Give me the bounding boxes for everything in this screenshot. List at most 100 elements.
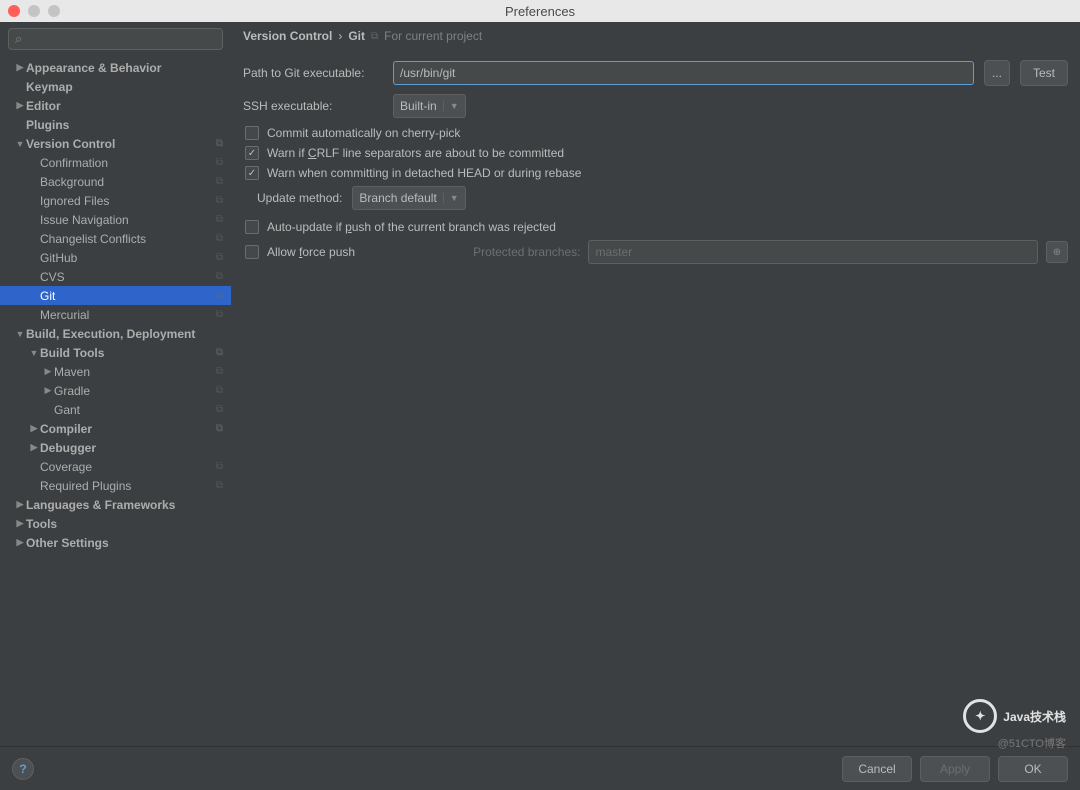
sidebar-item-plugins[interactable]: Plugins (0, 115, 231, 134)
sidebar-item-label: Issue Navigation (40, 213, 216, 227)
sidebar-item-coverage[interactable]: Coverage⧉ (0, 457, 231, 476)
project-scope-icon: ⧉ (216, 271, 223, 282)
ssh-label: SSH executable: (243, 99, 383, 113)
footer: ? Cancel Apply OK (0, 746, 1080, 790)
autoupdate-label: Auto-update if push of the current branc… (267, 220, 556, 234)
cherry-pick-checkbox[interactable] (245, 126, 259, 140)
crlf-checkbox[interactable] (245, 146, 259, 160)
sidebar-item-editor[interactable]: ▶Editor (0, 96, 231, 115)
tree-arrow-icon: ▶ (28, 442, 40, 453)
expand-icon[interactable]: ⊕ (1046, 241, 1068, 263)
breadcrumb-sub: Git (348, 29, 365, 43)
window-controls (8, 5, 60, 17)
sidebar-item-confirmation[interactable]: Confirmation⧉ (0, 153, 231, 172)
main-panel: Version Control › Git ⧉ For current proj… (231, 22, 1080, 746)
sidebar-item-required-plugins[interactable]: Required Plugins⧉ (0, 476, 231, 495)
project-scope-icon: ⧉ (216, 233, 223, 244)
sidebar-item-label: Gradle (54, 384, 216, 398)
tree-arrow-icon: ▶ (14, 537, 26, 548)
sidebar-item-background[interactable]: Background⧉ (0, 172, 231, 191)
update-method-label: Update method: (257, 191, 342, 205)
breadcrumb-hint: For current project (384, 29, 482, 43)
sidebar-item-cvs[interactable]: CVS⧉ (0, 267, 231, 286)
sidebar-item-appearance-behavior[interactable]: ▶Appearance & Behavior (0, 58, 231, 77)
sidebar-item-label: Gant (54, 403, 216, 417)
sidebar-item-label: Mercurial (40, 308, 216, 322)
ok-button[interactable]: OK (998, 756, 1068, 782)
browse-button[interactable]: ... (984, 60, 1010, 86)
sidebar-item-other-settings[interactable]: ▶Other Settings (0, 533, 231, 552)
sidebar-item-ignored-files[interactable]: Ignored Files⧉ (0, 191, 231, 210)
sidebar-item-label: Maven (54, 365, 216, 379)
tree-arrow-icon: ▼ (28, 348, 40, 358)
breadcrumb-main: Version Control (243, 29, 332, 43)
close-icon[interactable] (8, 5, 20, 17)
chevron-down-icon: ▼ (443, 101, 459, 111)
sidebar-item-label: CVS (40, 270, 216, 284)
sidebar-item-build-tools[interactable]: ▼Build Tools⧉ (0, 343, 231, 362)
git-path-input[interactable] (393, 61, 974, 85)
chevron-down-icon: ▼ (443, 193, 459, 203)
ssh-dropdown[interactable]: Built-in ▼ (393, 94, 466, 118)
cancel-button[interactable]: Cancel (842, 756, 912, 782)
force-push-label: Allow force push (267, 245, 355, 259)
sidebar-item-label: Build Tools (40, 346, 216, 360)
sidebar-item-version-control[interactable]: ▼Version Control⧉ (0, 134, 231, 153)
breadcrumb: Version Control › Git ⧉ For current proj… (231, 22, 1080, 50)
force-push-checkbox[interactable] (245, 245, 259, 259)
project-icon: ⧉ (371, 31, 378, 42)
sidebar-item-issue-navigation[interactable]: Issue Navigation⧉ (0, 210, 231, 229)
sidebar-item-keymap[interactable]: Keymap (0, 77, 231, 96)
sidebar-item-gradle[interactable]: ▶Gradle⧉ (0, 381, 231, 400)
sidebar-item-mercurial[interactable]: Mercurial⧉ (0, 305, 231, 324)
sidebar-item-gant[interactable]: Gant⧉ (0, 400, 231, 419)
project-scope-icon: ⧉ (216, 195, 223, 206)
protected-label: Protected branches: (473, 245, 580, 259)
project-scope-icon: ⧉ (216, 461, 223, 472)
sidebar-item-label: Tools (26, 517, 223, 531)
tree-arrow-icon: ▶ (14, 499, 26, 510)
crlf-label: Warn if CRLF line separators are about t… (267, 146, 564, 160)
sidebar-item-label: GitHub (40, 251, 216, 265)
project-scope-icon: ⧉ (216, 138, 223, 149)
tree-arrow-icon: ▶ (14, 518, 26, 529)
sidebar-item-build-execution-deployment[interactable]: ▼Build, Execution, Deployment (0, 324, 231, 343)
wechat-icon: ✦ (963, 699, 997, 733)
tree-arrow-icon: ▶ (28, 423, 40, 434)
sidebar-item-maven[interactable]: ▶Maven⧉ (0, 362, 231, 381)
apply-button[interactable]: Apply (920, 756, 990, 782)
sidebar-item-languages-frameworks[interactable]: ▶Languages & Frameworks (0, 495, 231, 514)
update-method-dropdown[interactable]: Branch default ▼ (352, 186, 465, 210)
tree-arrow-icon: ▼ (14, 139, 26, 149)
sidebar-item-label: Languages & Frameworks (26, 498, 223, 512)
sidebar-item-debugger[interactable]: ▶Debugger (0, 438, 231, 457)
sidebar-item-label: Keymap (26, 80, 223, 94)
path-label: Path to Git executable: (243, 66, 383, 80)
project-scope-icon: ⧉ (216, 366, 223, 377)
watermark-text: Java技术栈 (1003, 708, 1066, 725)
sidebar: ⌕ ▶Appearance & BehaviorKeymap▶EditorPlu… (0, 22, 231, 746)
sidebar-item-compiler[interactable]: ▶Compiler⧉ (0, 419, 231, 438)
sidebar-item-label: Editor (26, 99, 223, 113)
sidebar-item-changelist-conflicts[interactable]: Changelist Conflicts⧉ (0, 229, 231, 248)
search-icon: ⌕ (15, 31, 22, 47)
tree-arrow-icon: ▶ (14, 100, 26, 111)
minimize-icon[interactable] (28, 5, 40, 17)
sidebar-item-label: Other Settings (26, 536, 223, 550)
project-scope-icon: ⧉ (216, 290, 223, 301)
help-button[interactable]: ? (12, 758, 34, 780)
protected-branches-input[interactable] (588, 240, 1038, 264)
test-button[interactable]: Test (1020, 60, 1068, 86)
sidebar-item-github[interactable]: GitHub⧉ (0, 248, 231, 267)
sidebar-item-tools[interactable]: ▶Tools (0, 514, 231, 533)
maximize-icon[interactable] (48, 5, 60, 17)
sidebar-item-label: Changelist Conflicts (40, 232, 216, 246)
detached-checkbox[interactable] (245, 166, 259, 180)
sidebar-item-label: Debugger (40, 441, 223, 455)
tree-arrow-icon: ▼ (14, 329, 26, 339)
sidebar-item-git[interactable]: Git⧉ (0, 286, 231, 305)
titlebar: Preferences (0, 0, 1080, 22)
autoupdate-checkbox[interactable] (245, 220, 259, 234)
search-input[interactable]: ⌕ (8, 28, 223, 50)
sidebar-item-label: Appearance & Behavior (26, 61, 223, 75)
